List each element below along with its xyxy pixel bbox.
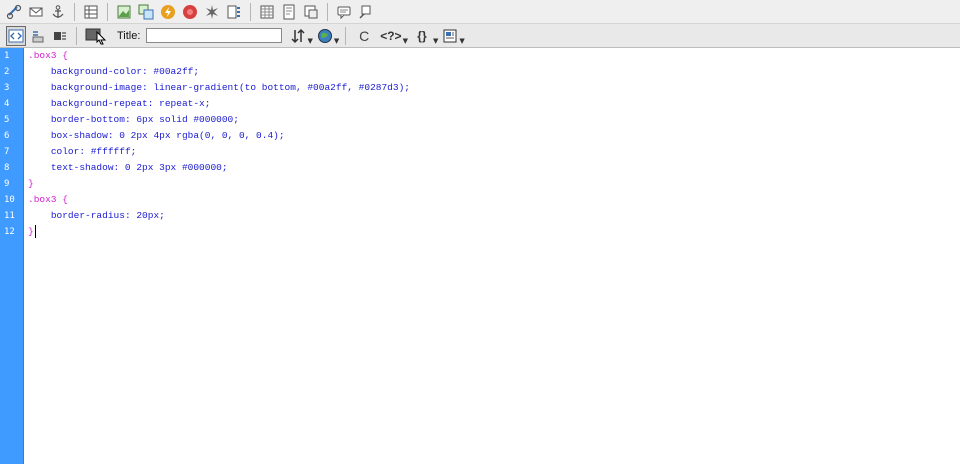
css-brace: } bbox=[28, 178, 34, 189]
code-line: .box3 { bbox=[28, 192, 960, 208]
css-selector: .box3 { bbox=[28, 50, 68, 61]
css-property: text-shadow bbox=[50, 162, 114, 173]
line-number: 7 bbox=[4, 147, 10, 157]
css-value: 6px solid #000000; bbox=[130, 114, 239, 125]
css-value: #00a2ff; bbox=[147, 66, 200, 77]
toolbar-separator bbox=[76, 26, 77, 45]
email-link-icon[interactable] bbox=[26, 2, 46, 22]
visual-aids-button[interactable] bbox=[440, 26, 460, 46]
line-number: 1 bbox=[4, 51, 10, 61]
code-line: box-shadow: 0 2px 4px rgba(0, 0, 0, 0.4)… bbox=[50, 130, 285, 141]
chevron-down-icon: ▼ bbox=[307, 36, 313, 45]
frames-icon[interactable] bbox=[257, 2, 277, 22]
line-number: 12 bbox=[4, 227, 15, 237]
refresh-button[interactable]: C bbox=[352, 26, 376, 46]
line-number: 3 bbox=[4, 83, 10, 93]
chevron-down-icon: ▼ bbox=[432, 36, 439, 45]
braces-icon: {} bbox=[417, 28, 427, 43]
code-editor[interactable]: 1 2 3 4 5 6 7 8 9 10 11 12 .box3 { backg… bbox=[0, 48, 960, 464]
code-line: background-color: #00a2ff; bbox=[50, 66, 200, 77]
insert-toolbar bbox=[0, 0, 960, 24]
tag-chooser-icon[interactable] bbox=[356, 2, 376, 22]
css-value: 20px; bbox=[130, 210, 165, 221]
script-icon[interactable] bbox=[334, 2, 354, 22]
css-property: border-radius bbox=[50, 210, 125, 221]
css-value: 0 2px 3px #000000; bbox=[119, 162, 228, 173]
line-number: 4 bbox=[4, 99, 10, 109]
chevron-down-icon: ▼ bbox=[333, 36, 340, 45]
css-value: #ffffff; bbox=[85, 146, 137, 157]
code-line: } bbox=[28, 224, 960, 240]
date-icon[interactable] bbox=[202, 2, 222, 22]
css-property: border-bottom bbox=[50, 114, 125, 125]
live-view-button[interactable] bbox=[83, 26, 111, 46]
line-number-gutter: 1 2 3 4 5 6 7 8 9 10 11 12 bbox=[0, 48, 24, 464]
toolbar-separator bbox=[345, 26, 347, 45]
css-selector: .box3 { bbox=[28, 194, 68, 205]
split-view-button[interactable] bbox=[28, 26, 48, 46]
named-anchor-icon[interactable] bbox=[48, 2, 68, 22]
code-line: border-bottom: 6px solid #000000; bbox=[50, 114, 239, 125]
code-line: border-radius: 20px; bbox=[50, 210, 165, 221]
css-value: 0 2px 4px rgba(0, 0, 0, 0.4); bbox=[113, 130, 285, 141]
rollover-image-icon[interactable] bbox=[136, 2, 156, 22]
line-number: 9 bbox=[4, 179, 10, 189]
css-property: background-color bbox=[50, 66, 143, 77]
line-number: 8 bbox=[4, 163, 10, 173]
code-view-button[interactable] bbox=[6, 25, 26, 46]
head-content-icon[interactable] bbox=[301, 2, 321, 22]
text-cursor bbox=[34, 224, 36, 238]
table-icon[interactable] bbox=[81, 2, 101, 22]
code-line: .box3 { bbox=[28, 48, 960, 64]
line-number: 11 bbox=[4, 211, 15, 221]
css-value: linear-gradient(to bottom, #00a2ff, #028… bbox=[147, 82, 410, 93]
chevron-down-icon: ▼ bbox=[459, 36, 465, 45]
css-property: box-shadow bbox=[50, 130, 108, 141]
code-navigator-button[interactable]: <?> bbox=[378, 26, 403, 46]
css-property: background-repeat bbox=[50, 98, 148, 109]
toolbar-separator bbox=[74, 2, 75, 21]
line-number: 2 bbox=[4, 67, 10, 77]
toolbar-separator bbox=[107, 2, 108, 21]
code-navigator-icon: <?> bbox=[380, 28, 402, 43]
line-number: 10 bbox=[4, 195, 15, 205]
media-icon[interactable] bbox=[180, 2, 200, 22]
file-management-button[interactable] bbox=[288, 26, 308, 46]
code-line: } bbox=[28, 176, 960, 192]
code-line: color: #ffffff; bbox=[50, 146, 137, 157]
line-number: 5 bbox=[4, 115, 10, 125]
hyperlink-icon[interactable] bbox=[4, 2, 24, 22]
toolbar-separator bbox=[250, 2, 251, 21]
code-area[interactable]: .box3 { background-color: #00a2ff; backg… bbox=[28, 48, 960, 240]
code-line: background-repeat: repeat-x; bbox=[50, 98, 211, 109]
css-property: background-image bbox=[50, 82, 143, 93]
code-line: text-shadow: 0 2px 3px #000000; bbox=[50, 162, 228, 173]
template-icon[interactable] bbox=[279, 2, 299, 22]
title-input[interactable] bbox=[146, 28, 283, 43]
code-line: background-image: linear-gradient(to bot… bbox=[50, 82, 410, 93]
preview-browser-button[interactable] bbox=[315, 26, 335, 46]
css-brace: } bbox=[28, 226, 34, 237]
flash-icon[interactable] bbox=[158, 2, 178, 22]
refresh-icon: C bbox=[359, 27, 370, 44]
chevron-down-icon: ▼ bbox=[402, 36, 408, 45]
image-icon[interactable] bbox=[114, 2, 134, 22]
title-label: Title: bbox=[117, 29, 141, 42]
design-view-button[interactable] bbox=[50, 26, 70, 46]
braces-button[interactable]: {} bbox=[410, 26, 434, 46]
toolbar-separator bbox=[327, 2, 328, 21]
document-toolbar: Title: ▼ ▼ C <?> ▼ {} ▼ ▼ bbox=[0, 24, 960, 48]
line-number: 6 bbox=[4, 131, 10, 141]
css-property: color bbox=[50, 146, 80, 157]
css-value: repeat-x; bbox=[153, 98, 211, 109]
comment-icon[interactable] bbox=[224, 2, 244, 22]
